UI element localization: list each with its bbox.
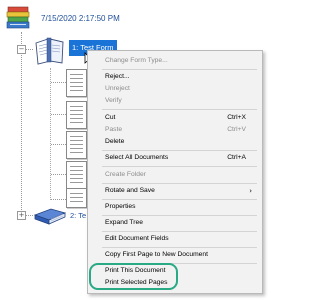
menu-item-label: Copy First Page to New Document xyxy=(105,251,208,258)
menu-item-verify[interactable]: Verify xyxy=(88,95,262,107)
page-thumbnail[interactable] xyxy=(66,131,87,159)
menu-item-edit-document-fields[interactable]: Edit Document Fields xyxy=(88,233,262,245)
menu-item-shortcut: Ctrl+V xyxy=(227,126,246,133)
menu-item-label: Create Folder xyxy=(105,171,146,178)
tree-branch-line xyxy=(51,199,66,200)
menu-item-label: Cut xyxy=(105,114,116,121)
menu-item-shortcut: Ctrl+A xyxy=(227,154,246,161)
menu-separator xyxy=(102,150,257,151)
stacked-trays-icon xyxy=(6,6,30,29)
menu-separator xyxy=(102,199,257,200)
menu-separator xyxy=(102,109,257,110)
menu-item-expand-tree[interactable]: Expand Tree xyxy=(88,217,262,229)
menu-item-label: Select All Documents xyxy=(105,154,169,161)
menu-item-copy-first-page[interactable]: Copy First Page to New Document xyxy=(88,249,262,261)
menu-item-shortcut: Ctrl+X xyxy=(227,114,246,121)
expand-collapse-toggle[interactable]: + xyxy=(17,211,26,220)
menu-item-label: Unreject xyxy=(105,85,130,92)
closed-binder-icon xyxy=(33,208,67,225)
menu-item-label: Reject... xyxy=(105,73,130,80)
pages-connector-line xyxy=(50,68,51,200)
menu-item-properties[interactable]: Properties xyxy=(88,201,262,213)
menu-item-label: Change Form Type... xyxy=(105,57,168,64)
expand-collapse-toggle[interactable]: − xyxy=(17,45,26,54)
tree-branch-line xyxy=(51,114,66,115)
menu-item-label: Expand Tree xyxy=(105,219,143,226)
highlight-annotation-ring xyxy=(89,263,178,290)
menu-separator xyxy=(102,69,257,70)
menu-item-delete[interactable]: Delete xyxy=(88,136,262,148)
tree-branch-line xyxy=(51,82,66,83)
tree-root-node[interactable]: 7/15/2020 2:17:50 PM xyxy=(3,3,143,31)
tree-connector-line xyxy=(21,32,22,220)
menu-separator xyxy=(102,215,257,216)
menu-item-cut[interactable]: Cut Ctrl+X xyxy=(88,112,262,124)
menu-item-paste[interactable]: Paste Ctrl+V xyxy=(88,124,262,136)
menu-item-rotate-and-save[interactable]: Rotate and Save › xyxy=(88,185,262,197)
tree-branch-line xyxy=(26,49,33,50)
page-thumbnail[interactable] xyxy=(66,101,87,129)
tree-branch-line xyxy=(51,144,66,145)
menu-item-label: Delete xyxy=(105,138,125,145)
menu-item-label: Edit Document Fields xyxy=(105,235,169,242)
menu-separator xyxy=(102,231,257,232)
tree-branch-line xyxy=(51,174,66,175)
menu-item-label: Paste xyxy=(105,126,123,133)
menu-separator xyxy=(102,247,257,248)
page-thumbnail[interactable] xyxy=(66,69,87,97)
submenu-arrow-icon: › xyxy=(249,187,252,195)
page-thumbnail[interactable] xyxy=(66,188,87,208)
menu-item-create-folder[interactable]: Create Folder xyxy=(88,169,262,181)
page-thumbnail[interactable] xyxy=(66,161,87,189)
menu-item-label: Properties xyxy=(105,203,136,210)
menu-item-label: Rotate and Save xyxy=(105,187,155,194)
menu-item-reject[interactable]: Reject... xyxy=(88,71,262,83)
menu-separator xyxy=(102,183,257,184)
menu-item-select-all-documents[interactable]: Select All Documents Ctrl+A xyxy=(88,152,262,164)
menu-item-change-form-type[interactable]: Change Form Type... xyxy=(88,55,262,67)
open-binder-icon xyxy=(35,37,64,65)
menu-item-label: Verify xyxy=(105,97,122,104)
tree-root-label: 7/15/2020 2:17:50 PM xyxy=(41,14,120,23)
context-menu: Change Form Type... Reject... Unreject V… xyxy=(87,50,263,294)
document-node-label[interactable]: 2: Te xyxy=(70,211,88,220)
tree-branch-line xyxy=(26,215,33,216)
menu-separator xyxy=(102,166,257,167)
menu-item-unreject[interactable]: Unreject xyxy=(88,83,262,95)
